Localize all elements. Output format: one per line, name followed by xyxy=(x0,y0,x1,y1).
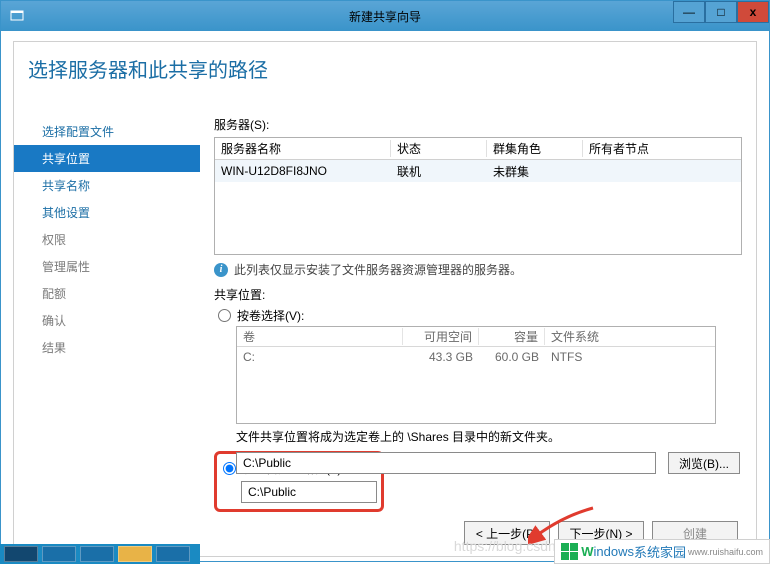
col-filesystem: 文件系统 xyxy=(545,328,715,345)
step-share-name[interactable]: 共享名称 xyxy=(14,172,200,199)
server-table[interactable]: 服务器名称 状态 群集角色 所有者节点 WIN-U12D8FI8JNO 联机 未… xyxy=(214,137,742,255)
col-server-name[interactable]: 服务器名称 xyxy=(215,140,391,157)
page-heading: 选择服务器和此共享的路径 xyxy=(14,42,756,83)
server-status-cell: 联机 xyxy=(391,163,487,180)
volume-table-header: 卷 可用空间 容量 文件系统 xyxy=(237,327,715,347)
server-info-text: 此列表仅显示安装了文件服务器资源管理器的服务器。 xyxy=(234,261,522,278)
server-name-cell: WIN-U12D8FI8JNO xyxy=(215,164,391,178)
step-quota: 配额 xyxy=(14,280,200,307)
col-cluster-role[interactable]: 群集角色 xyxy=(487,140,583,157)
taskbar-item[interactable] xyxy=(80,546,114,562)
col-free-space: 可用空间 xyxy=(403,328,479,345)
server-label: 服务器(S): xyxy=(214,116,742,133)
radio-by-volume-label: 按卷选择(V): xyxy=(237,307,304,324)
watermark-tail: 系统家园 xyxy=(634,542,686,561)
step-results: 结果 xyxy=(14,334,200,361)
volume-row: C: 43.3 GB 60.0 GB NTFS xyxy=(237,347,715,367)
browse-button[interactable]: 浏览(B)... xyxy=(668,452,740,474)
volume-cell: C: xyxy=(237,350,403,364)
wizard-window: 新建共享向导 — □ x 选择服务器和此共享的路径 选择配置文件 共享位置 共享… xyxy=(0,0,770,562)
step-share-location[interactable]: 共享位置 xyxy=(14,145,200,172)
wizard-frame: 选择服务器和此共享的路径 选择配置文件 共享位置 共享名称 其他设置 权限 管理… xyxy=(13,41,757,557)
taskbar[interactable] xyxy=(0,544,200,564)
step-other-settings[interactable]: 其他设置 xyxy=(14,199,200,226)
previous-button[interactable]: < 上一步(P) xyxy=(464,521,550,545)
share-location-label: 共享位置: xyxy=(214,286,742,303)
window-title: 新建共享向导 xyxy=(1,8,769,25)
windows-flag-icon xyxy=(561,543,579,561)
watermark-w: W xyxy=(581,544,593,559)
watermark-url: www.ruishaifu.com xyxy=(688,547,763,557)
col-owner-node[interactable]: 所有者节点 xyxy=(583,140,741,157)
volume-note: 文件共享位置将成为选定卷上的 \Shares 目录中的新文件夹。 xyxy=(236,428,742,445)
step-mgmt-props: 管理属性 xyxy=(14,253,200,280)
titlebar[interactable]: 新建共享向导 — □ x xyxy=(1,1,769,31)
wizard-main-panel: 服务器(S): 服务器名称 状态 群集角色 所有者节点 WIN-U12D8FI8… xyxy=(200,98,756,510)
fs-cell: NTFS xyxy=(545,350,715,364)
custom-path-input-inside-highlight[interactable] xyxy=(241,481,377,503)
col-volume: 卷 xyxy=(237,328,403,345)
step-confirm: 确认 xyxy=(14,307,200,334)
radio-by-volume-row[interactable]: 按卷选择(V): xyxy=(214,307,742,324)
server-row[interactable]: WIN-U12D8FI8JNO 联机 未群集 xyxy=(215,160,741,182)
info-icon: i xyxy=(214,263,228,277)
wizard-steps-sidebar: 选择配置文件 共享位置 共享名称 其他设置 权限 管理属性 配额 确认 结果 xyxy=(14,98,200,510)
free-cell: 43.3 GB xyxy=(403,350,479,364)
server-role-cell: 未群集 xyxy=(487,163,583,180)
col-server-status[interactable]: 状态 xyxy=(391,140,487,157)
taskbar-start-icon[interactable] xyxy=(4,546,38,562)
step-permissions: 权限 xyxy=(14,226,200,253)
watermark-indows: indows xyxy=(593,544,633,559)
step-select-profile[interactable]: 选择配置文件 xyxy=(14,118,200,145)
custom-path-input[interactable] xyxy=(236,452,656,474)
site-watermark: Windows系统家园 www.ruishaifu.com xyxy=(554,539,770,564)
col-capacity: 容量 xyxy=(479,328,545,345)
server-table-header[interactable]: 服务器名称 状态 群集角色 所有者节点 xyxy=(215,138,741,160)
capacity-cell: 60.0 GB xyxy=(479,350,545,364)
volume-table: 卷 可用空间 容量 文件系统 C: 43.3 GB 60.0 GB NTFS xyxy=(236,326,716,424)
taskbar-item[interactable] xyxy=(42,546,76,562)
taskbar-item[interactable] xyxy=(156,546,190,562)
server-info-note: i 此列表仅显示安装了文件服务器资源管理器的服务器。 xyxy=(214,261,742,278)
taskbar-item[interactable] xyxy=(118,546,152,562)
radio-by-volume[interactable] xyxy=(218,309,231,322)
